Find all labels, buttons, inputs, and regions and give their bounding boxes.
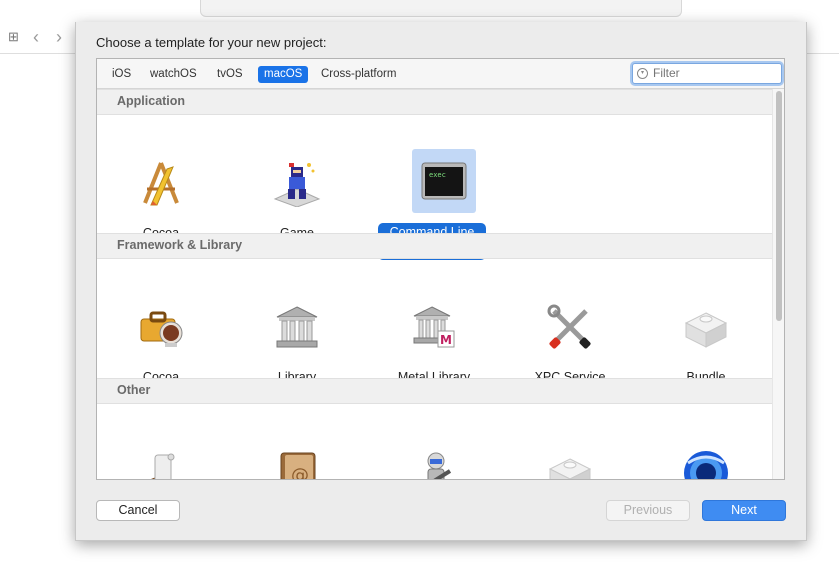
panel-scrollbar[interactable] xyxy=(772,89,784,479)
platform-tab-bar: iOS watchOS tvOS macOS Cross-platform ▾ xyxy=(97,59,784,89)
svg-text:exec: exec xyxy=(429,171,446,179)
section-header-framework-library: Framework & Library xyxy=(97,233,772,259)
back-arrow-icon[interactable]: ‹ xyxy=(33,27,39,47)
cocoa-app-icon xyxy=(133,155,189,211)
library-building-icon xyxy=(269,299,325,355)
scrollbar-thumb[interactable] xyxy=(776,91,782,321)
template-chooser-sheet: Choose a template for your new project: … xyxy=(75,22,807,541)
bundle-lego-icon xyxy=(542,445,598,479)
filter-input[interactable] xyxy=(653,65,773,81)
svg-text:M: M xyxy=(440,333,452,347)
section-title: Framework & Library xyxy=(117,238,243,252)
tab-macos[interactable]: macOS xyxy=(258,66,309,83)
terminal-exec-icon: exec xyxy=(412,149,476,213)
tab-cross-platform[interactable]: Cross-platform xyxy=(315,66,402,83)
section-title: Application xyxy=(117,94,186,108)
xpc-tools-icon xyxy=(542,299,598,355)
bundle-lego-icon xyxy=(678,299,734,355)
filter-search-icon: ▾ xyxy=(637,68,648,79)
tab-watchos[interactable]: watchOS xyxy=(144,66,203,83)
section-header-other: Other xyxy=(97,378,772,404)
quartz-composer-icon xyxy=(678,445,734,479)
template-panel: iOS watchOS tvOS macOS Cross-platform ▾ … xyxy=(96,58,785,480)
game-icon xyxy=(269,155,325,211)
tab-tvos[interactable]: tvOS xyxy=(211,66,249,83)
section-title: Other xyxy=(117,383,151,397)
cocoa-framework-icon xyxy=(133,299,189,355)
section-header-application: Application xyxy=(97,89,772,115)
tab-ios[interactable]: iOS xyxy=(106,66,137,83)
forward-arrow-icon[interactable]: › xyxy=(56,27,62,47)
applescript-scroll-icon xyxy=(133,445,189,479)
next-button[interactable]: Next xyxy=(702,500,786,521)
grid-icon[interactable]: ⊞ xyxy=(8,30,22,44)
dialog-prompt: Choose a template for your new project: xyxy=(96,35,327,50)
filter-field[interactable]: ▾ xyxy=(632,63,782,84)
automator-robot-icon xyxy=(406,445,462,479)
window-title-bar xyxy=(200,0,682,17)
metal-library-icon: M xyxy=(406,299,462,355)
svg-text:@: @ xyxy=(291,465,309,480)
previous-button[interactable]: Previous xyxy=(606,500,690,521)
cancel-button[interactable]: Cancel xyxy=(96,500,180,521)
address-book-icon: @ xyxy=(269,445,325,480)
